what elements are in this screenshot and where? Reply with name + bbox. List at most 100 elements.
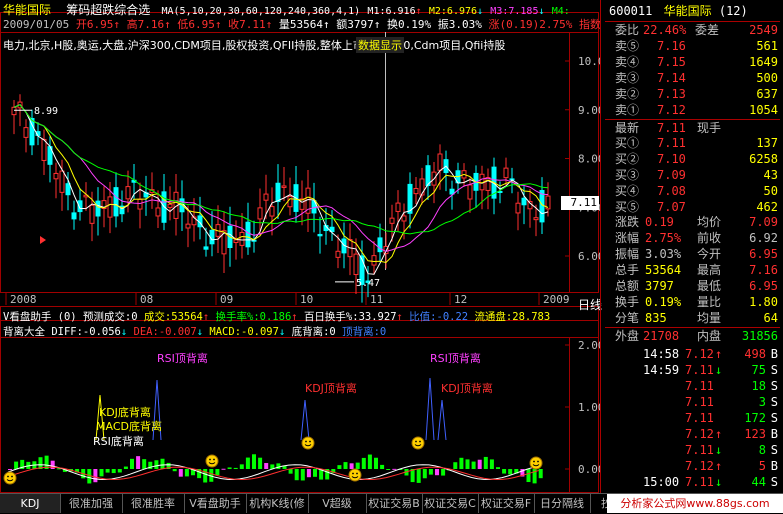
ind-bar [8,469,12,470]
stat-label: 涨幅 [615,231,640,245]
bar-close: 收7.11 [228,18,266,31]
div-label-rsi-bottom: RSI底背离 [93,435,144,448]
tab-6[interactable]: 权证交易B [366,494,423,513]
tick-arrow: ↑ [715,347,723,361]
x-axis-label: 10 [300,293,313,306]
candle-body [71,212,77,220]
buy-label: 买③ [615,168,640,182]
tick-row: 7.11 18 S [605,378,780,394]
candle-body [539,190,545,223]
ind-bar [184,469,189,477]
tick-side: S [770,411,778,425]
sell-label: 卖② [615,87,640,101]
candle-body [317,233,323,237]
tick-side: S [770,475,778,489]
ind-bar [154,460,159,469]
stat-row: 涨幅 2.75% 前收 6.92 [605,230,780,246]
candle-body [107,196,113,218]
tick-side: S [770,363,778,377]
tab-2[interactable]: 很准胜率 [122,494,185,513]
tab-8[interactable]: 权证交易F [478,494,535,513]
ma-line [13,104,549,252]
buy-volume: 6258 [749,152,778,166]
candle-body [335,250,341,258]
candle-body [257,207,263,220]
bar-open: 开6.95 [75,18,114,31]
tick-side: B [770,459,778,473]
candle-body [23,127,29,138]
tick-price: 7.11 [685,475,714,489]
div-label-rsi-top-1: RSI顶背离 [157,352,208,365]
tab-1[interactable]: 很准加强 [60,494,123,513]
bar-amplitude: 振3.03% [437,18,482,31]
chart-header-line2: 2009/01/05 开6.95↑ 高7.16↑ 低6.95↑ 收7.11↑ 量… [3,18,601,31]
data-popup-label[interactable]: 数据显示 [356,37,404,53]
candle-body [371,255,377,266]
ind-bar [422,469,427,479]
buy-row: 买⑤ 7.07 462 [605,199,780,215]
x-axis-label: 08 [140,293,153,306]
bar-index: 指数 [578,18,601,31]
marker-arrow [40,236,46,244]
tab-7[interactable]: 权证交易C [422,494,479,513]
sell-label: 卖③ [615,71,640,85]
vol-turnover: 换手率%:0.186 [215,311,292,323]
macd-value: MACD:-0.097 [209,326,279,338]
vol-ratio: 比值:-0.22 [409,311,469,323]
smiley-eye [305,440,307,443]
candle-body [41,138,47,161]
tab-4[interactable]: 机构K线(修 [246,494,309,513]
buy-volume: 43 [763,168,778,182]
buy-price: 7.07 [657,200,686,214]
tab-5[interactable]: V超级MACD [308,494,367,513]
candle-body [233,239,239,243]
ind-bar [160,458,165,469]
dea-value: DEA:-0.007 [133,326,197,338]
ind-bar [337,465,342,469]
smiley-icon [348,468,362,482]
stat-label: 量比 [697,295,722,309]
vol-100day: 百日换手%:33.927 [303,311,397,323]
vol-pred: 预测成交:0 [82,311,138,323]
vol-value: 成交:53564 [143,311,203,323]
hand-label: 现手 [697,121,722,135]
candle-body [275,182,281,203]
candle-body [203,246,209,250]
stat-label: 换手 [615,295,640,309]
buy-volume: 137 [756,136,778,150]
tab-0[interactable]: KDJ [0,494,61,513]
y-axis-label: 9.00 [578,104,600,117]
sell-volume: 561 [756,39,778,53]
weibi-row: 委比 22.46% 委差 2549 [605,21,780,38]
ind-bar [477,459,482,469]
tick-price: 7.11 [685,443,714,457]
tab-3[interactable]: V看盘助手 [184,494,247,513]
bar-amount: 额3797 [336,18,374,31]
div-label-rsi-top-2: RSI顶背离 [430,352,481,365]
candle-body [125,186,131,200]
smiley-eye [209,458,211,461]
smiley-icon [411,436,425,450]
period-label[interactable]: 日线 [578,296,602,313]
volume-helper-line: V看盘助手 (0) 预测成交:0 成交:53564↑ 换手率%:0.186↑ 百… [3,311,551,323]
ma-line [13,104,549,264]
smiley-eye [309,440,311,443]
tab-9[interactable]: 日分隔线 [534,494,591,513]
ind-bar [142,459,147,469]
sell-row: 卖③ 7.14 500 [605,70,780,86]
chart-canvas[interactable]: 10.009.008.007.006.002008080910111220098… [0,0,611,493]
weibi-label: 委比 [615,23,640,37]
stat-label: 分笔 [615,311,640,325]
tick-row: 7.12 ↑ 5 B [605,458,780,474]
sell-label: 卖④ [615,55,640,69]
stat-row: 分笔 835 均量 64 [605,310,780,326]
x-axis-label: 2009 [543,293,570,306]
smiley-icon [3,471,17,485]
tick-row: 7.11 3 S [605,394,780,410]
smiley-icon [529,456,543,470]
weibi-value: 22.46% [643,23,687,37]
x-axis-label: 11 [370,293,383,306]
chart-area[interactable]: 10.009.008.007.006.002008080910111220098… [0,0,611,493]
stat-label: 最高 [697,263,722,277]
ind-bar [508,469,513,475]
